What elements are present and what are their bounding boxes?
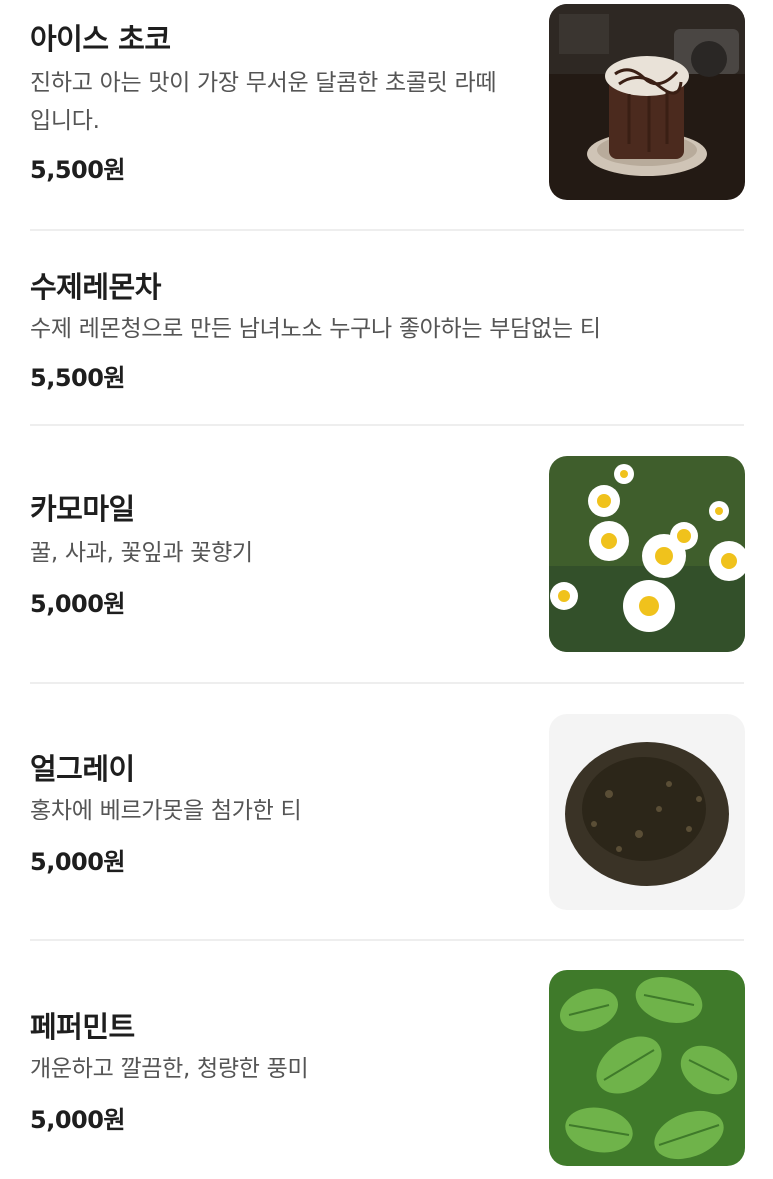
- menu-item-price: 5,500원: [30, 156, 126, 184]
- divider: [30, 939, 744, 941]
- menu-list: 아이스 초코 진하고 아는 맛이 가장 무서운 달콤한 초콜릿 라떼 입니다. …: [0, 0, 773, 1179]
- menu-item-name: 얼그레이: [30, 752, 135, 786]
- menu-item-name: 페퍼민트: [30, 1010, 135, 1044]
- earl-grey-tea-leaves-photo[interactable]: [549, 714, 745, 910]
- menu-item-description: 홍차에 베르가못을 첨가한 티: [30, 798, 302, 824]
- divider: [30, 229, 744, 231]
- menu-item-price: 5,500원: [30, 364, 126, 392]
- menu-item-iced-chocolate[interactable]: 아이스 초코 진하고 아는 맛이 가장 무서운 달콤한 초콜릿 라떼 입니다. …: [0, 0, 773, 230]
- menu-item-description: 개운하고 깔끔한, 청량한 풍미: [30, 1056, 309, 1082]
- menu-item-lemon-tea[interactable]: 수제레몬차 수제 레몬청으로 만든 남녀노소 누구나 좋아하는 부담없는 티 5…: [0, 232, 773, 424]
- menu-item-earl-grey[interactable]: 얼그레이 홍차에 베르가못을 첨가한 티 5,000원: [0, 684, 773, 940]
- menu-item-description: 꿀, 사과, 꽃잎과 꽃향기: [30, 540, 253, 566]
- menu-item-name: 카모마일: [30, 492, 135, 526]
- iced-chocolate-photo[interactable]: [549, 4, 745, 200]
- menu-item-name: 수제레몬차: [30, 270, 161, 304]
- peppermint-leaves-photo[interactable]: [549, 970, 745, 1166]
- menu-item-price: 5,000원: [30, 590, 126, 618]
- menu-item-price: 5,000원: [30, 848, 126, 876]
- menu-item-price: 5,000원: [30, 1106, 126, 1134]
- menu-item-description: 진하고 아는 맛이 가장 무서운 달콤한 초콜릿 라떼 입니다.: [30, 70, 497, 134]
- chamomile-flowers-photo[interactable]: [549, 456, 745, 652]
- menu-item-peppermint[interactable]: 페퍼민트 개운하고 깔끔한, 청량한 풍미 5,000원: [0, 942, 773, 1179]
- menu-item-name: 아이스 초코: [30, 22, 171, 56]
- menu-item-description: 수제 레몬청으로 만든 남녀노소 누구나 좋아하는 부담없는 티: [30, 316, 601, 342]
- menu-item-chamomile[interactable]: 카모마일 꿀, 사과, 꽃잎과 꽃향기 5,000원: [0, 426, 773, 682]
